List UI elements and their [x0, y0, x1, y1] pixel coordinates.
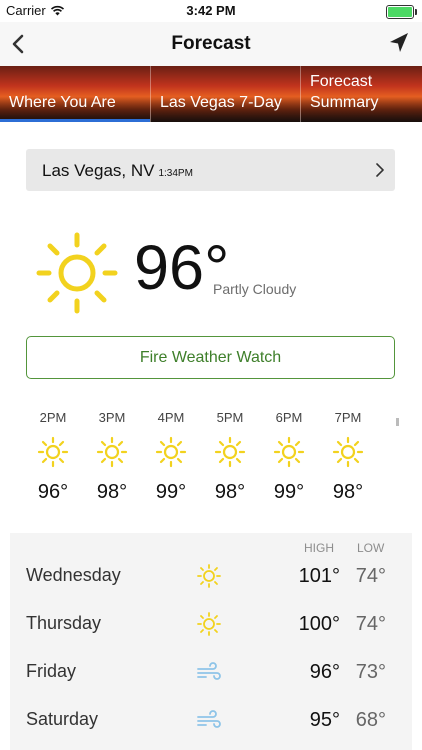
daily-forecast: HIGH LOW Wednesday 101° 74° Thursday 100… [10, 533, 412, 750]
sun-icon [197, 612, 221, 636]
day-name: Friday [26, 661, 77, 681]
hour-time: 6PM [275, 410, 303, 425]
tab-forecast-summary[interactable]: Forecast Summary [300, 66, 422, 122]
tab-label: Las Vegas 7-Day [160, 94, 282, 111]
day-high: 100° [298, 613, 340, 635]
hourly-item: 2PM 96° [24, 410, 82, 505]
page-title: Forecast [171, 33, 251, 54]
hour-time: 4PM [157, 410, 185, 425]
wind-icon [197, 710, 221, 728]
day-name: Wednesday [26, 565, 121, 585]
hourly-item: 7PM 98° [319, 410, 377, 505]
day-high: 101° [298, 565, 340, 587]
battery-icon [386, 5, 417, 19]
location-name: Las Vegas, NV [42, 161, 155, 180]
hour-temperature: 99° [155, 481, 187, 503]
hourly-item: 5PM 98° [201, 410, 259, 505]
sun-icon [214, 436, 246, 468]
tab-las-vegas-7-day[interactable]: Las Vegas 7-Day [150, 66, 300, 122]
hourly-item: 3PM 98° [83, 410, 141, 505]
tab-where-you-are[interactable]: Where You Are [0, 66, 150, 122]
hour-time: 2PM [39, 410, 67, 425]
status-bar: Carrier 3:42 PM [0, 0, 422, 22]
location-time: 1:34PM [158, 168, 193, 179]
wind-icon [197, 662, 221, 680]
hour-time: 7PM [334, 410, 362, 425]
sun-icon [332, 436, 364, 468]
daily-row[interactable]: Thursday 100° 74° [10, 601, 412, 649]
hour-time: 5PM [216, 410, 244, 425]
day-high: 96° [309, 661, 340, 683]
hourly-item: 4PM 99° [142, 410, 200, 505]
day-name: Saturday [26, 709, 99, 729]
day-low: 68° [355, 709, 386, 731]
hour-temperature: 96° [37, 481, 69, 503]
day-high: 95° [309, 709, 340, 731]
hour-time: 3PM [98, 410, 126, 425]
location-selector[interactable]: Las Vegas, NV 1:34PM [26, 149, 395, 191]
sun-icon [96, 436, 128, 468]
weather-alert-button[interactable]: Fire Weather Watch [26, 336, 395, 379]
tab-bar: Where You Are Las Vegas 7-Day Forecast S… [0, 66, 422, 122]
hour-temperature: 99° [273, 481, 305, 503]
current-condition: Partly Cloudy [213, 281, 297, 297]
scroll-more-indicator [396, 418, 399, 426]
day-name: Thursday [26, 613, 102, 633]
hour-temperature: 98° [96, 481, 128, 503]
tab-label: Where You Are [9, 94, 116, 111]
navigation-bar: Forecast [0, 22, 422, 66]
hourly-item: 6PM 99° [260, 410, 318, 505]
hourly-forecast[interactable]: 2PM 96° 3PM 98° 4PM 99° 5PM 98° 6PM 99° … [18, 410, 422, 510]
daily-row[interactable]: Friday 96° 73° [10, 649, 412, 697]
hour-temperature: 98° [214, 481, 246, 503]
sun-icon [37, 436, 69, 468]
sun-icon [273, 436, 305, 468]
status-time: 3:42 PM [186, 3, 236, 18]
sun-icon [155, 436, 187, 468]
day-low: 74° [355, 613, 386, 635]
tab-label: Forecast Summary [310, 73, 379, 111]
sun-icon [197, 564, 221, 588]
active-tab-indicator [0, 119, 150, 122]
location-name-row: Las Vegas, NV 1:34PM [42, 161, 193, 181]
sun-icon [36, 232, 118, 314]
daily-row[interactable]: Wednesday 101° 74° [10, 553, 412, 601]
day-low: 73° [355, 661, 386, 683]
daily-row[interactable]: Saturday 95° 68° [10, 697, 412, 745]
day-low: 74° [355, 565, 386, 587]
location-arrow-icon[interactable] [388, 31, 410, 55]
hour-temperature: 98° [332, 481, 364, 503]
chevron-right-icon [376, 163, 384, 177]
